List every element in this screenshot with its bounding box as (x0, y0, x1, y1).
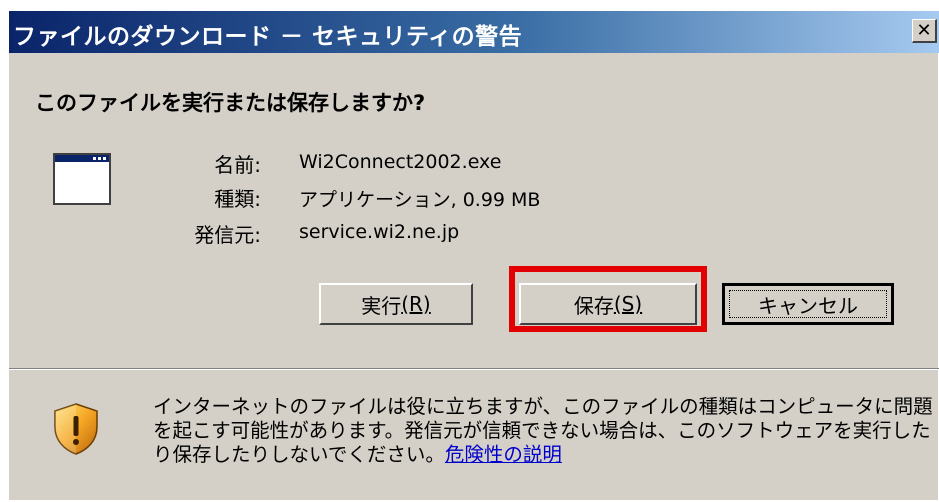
window-title: ファイルのダウンロード － セキュリティの警告 (13, 24, 523, 50)
security-warning: インターネットのファイルは役に立ちますが、このファイルの種類はコンピュータに問題… (153, 395, 933, 467)
dialog-question: このファイルを実行または保存しますか? (35, 91, 426, 115)
type-value: アプリケーション, 0.99 MB (299, 189, 541, 211)
from-value: service.wi2.ne.jp (299, 221, 460, 243)
from-label: 発信元: (194, 223, 261, 247)
cancel-button[interactable]: キャンセル (722, 283, 894, 325)
run-button-accel: (R) (401, 292, 431, 316)
close-button[interactable]: ✕ (912, 19, 937, 43)
close-icon: ✕ (916, 20, 932, 41)
section-divider (9, 368, 939, 370)
save-button-accel: (S) (613, 292, 643, 316)
security-shield-icon (54, 403, 98, 455)
title-bar[interactable]: ファイルのダウンロード － セキュリティの警告 ✕ (9, 11, 939, 53)
application-window-icon (53, 153, 111, 205)
run-button-label: 実行 (361, 293, 402, 318)
run-button[interactable]: 実行 (R) (319, 283, 473, 325)
name-label: 名前: (214, 153, 261, 177)
risk-explanation-link[interactable]: 危険性の説明 (445, 443, 562, 466)
type-label: 種類: (214, 187, 261, 211)
name-value: Wi2Connect2002.exe (299, 151, 502, 173)
save-button[interactable]: 保存 (S) (519, 283, 697, 325)
download-security-dialog: ファイルのダウンロード － セキュリティの警告 ✕ このファイルを実行または保存… (8, 10, 939, 500)
cancel-button-label: キャンセル (758, 293, 858, 318)
save-button-label: 保存 (573, 293, 614, 318)
